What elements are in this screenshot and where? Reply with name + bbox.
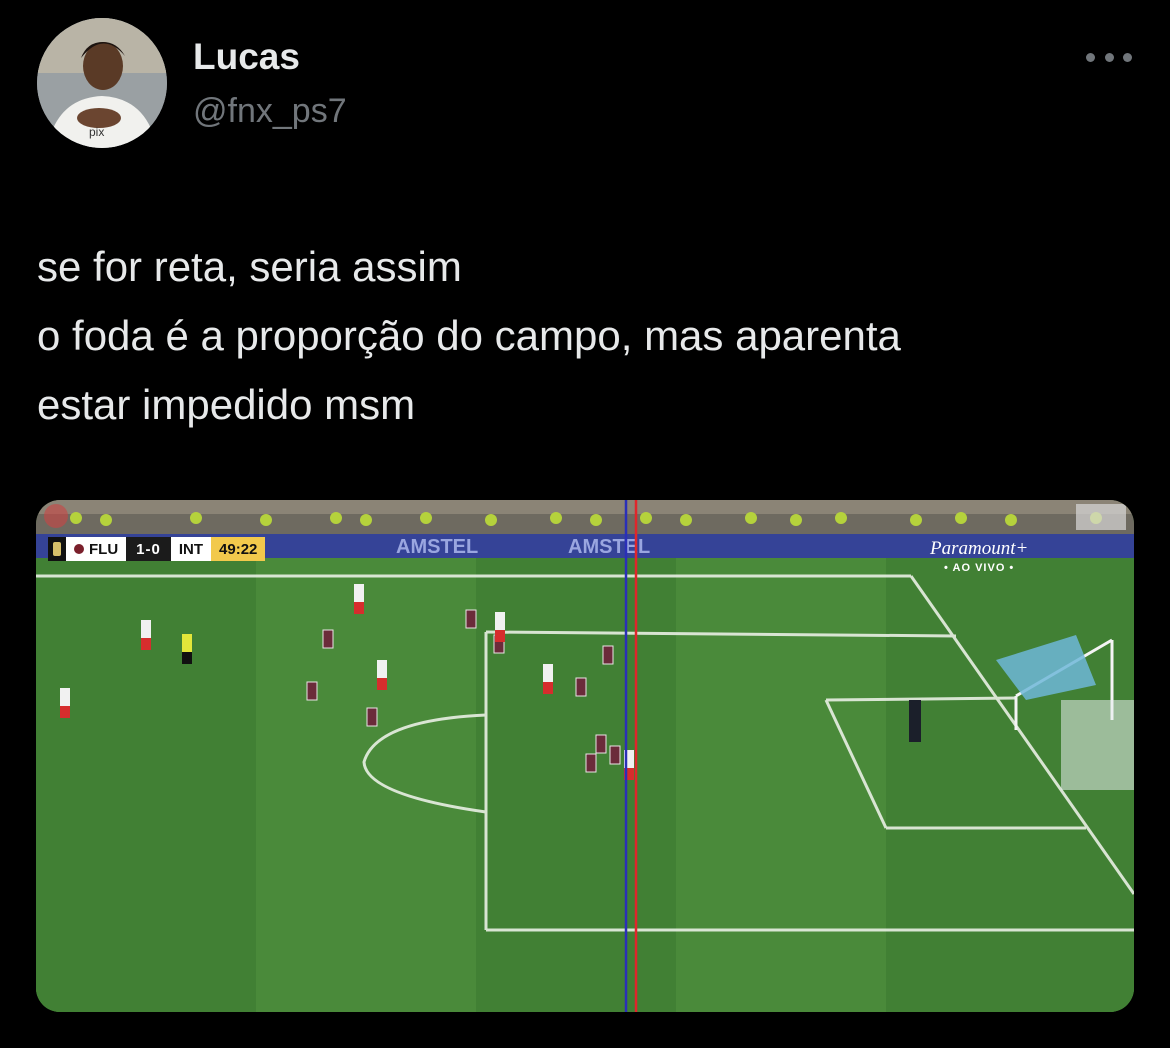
broadcaster-logo: Paramount+ — [930, 538, 1029, 559]
more-dot-icon — [1086, 52, 1095, 62]
match-clock: 49:22 — [211, 537, 266, 561]
svg-text:pix: pix — [89, 125, 104, 139]
ad-board-text: AMSTEL — [396, 536, 478, 558]
user-handle[interactable]: @fnx_ps7 — [193, 92, 347, 131]
live-label: • AO VIVO • — [944, 562, 1015, 574]
avatar[interactable]: pix — [37, 18, 167, 148]
score: 1-0 — [126, 537, 171, 561]
match-frame: AMSTEL AMSTEL — [36, 500, 1134, 1012]
away-team: INT — [170, 537, 212, 561]
more-options-button[interactable] — [1086, 42, 1132, 72]
more-dot-icon — [1104, 52, 1114, 62]
home-team: FLU — [66, 537, 127, 561]
away-team-label: INT — [178, 540, 204, 558]
home-team-color-icon — [74, 544, 84, 554]
more-dot-icon — [1123, 52, 1132, 62]
competition-logo-icon — [48, 537, 66, 561]
broadcaster-watermark: Paramount+ • AO VIVO • — [930, 538, 1028, 574]
avatar-photo: pix — [37, 18, 167, 148]
tweet-text: se for reta, seria assim o foda é a prop… — [37, 243, 901, 428]
display-name[interactable]: Lucas — [193, 36, 300, 78]
ad-board-text: AMSTEL — [568, 536, 650, 558]
home-team-label: FLU — [89, 540, 119, 558]
scoreboard: FLU 1-0 INT 49:22 — [48, 537, 266, 561]
tweet-media-image[interactable]: AMSTEL AMSTEL — [36, 500, 1134, 1012]
